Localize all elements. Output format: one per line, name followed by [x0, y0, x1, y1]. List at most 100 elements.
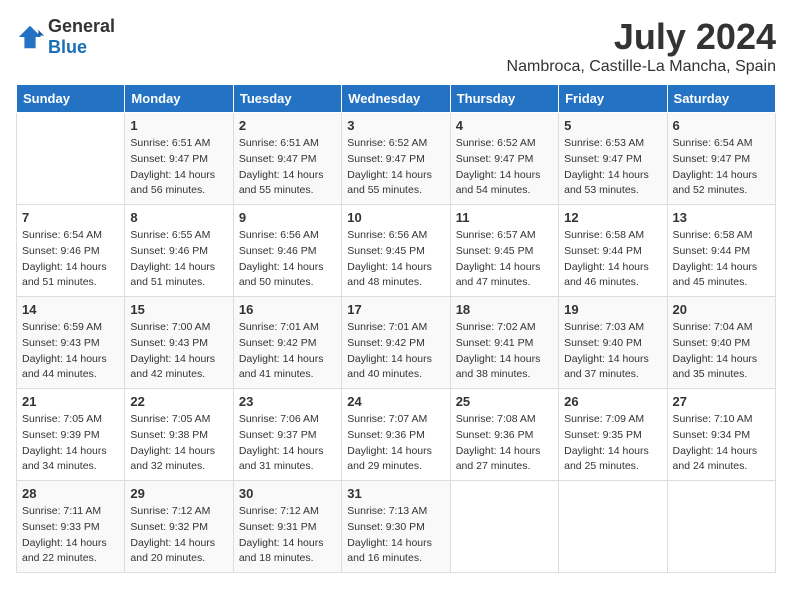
calendar-cell	[667, 481, 775, 573]
cell-content: Sunrise: 7:08 AMSunset: 9:36 PMDaylight:…	[456, 412, 553, 475]
calendar-header-row: SundayMondayTuesdayWednesdayThursdayFrid…	[17, 85, 776, 113]
main-title: July 2024	[507, 16, 776, 58]
day-header-wednesday: Wednesday	[342, 85, 450, 113]
calendar-cell	[17, 113, 125, 205]
calendar-cell	[450, 481, 558, 573]
day-header-tuesday: Tuesday	[233, 85, 341, 113]
calendar-cell: 11Sunrise: 6:57 AMSunset: 9:45 PMDayligh…	[450, 205, 558, 297]
cell-content: Sunrise: 6:56 AMSunset: 9:46 PMDaylight:…	[239, 228, 336, 291]
calendar-cell: 13 Sunrise: 6:58 AMSunset: 9:44 PMDayligh…	[667, 205, 775, 297]
cell-content: Sunrise: 7:03 AMSunset: 9:40 PMDaylight:…	[564, 320, 661, 383]
week-row-5: 28Sunrise: 7:11 AMSunset: 9:33 PMDayligh…	[17, 481, 776, 573]
cell-content: Sunrise: 6:52 AMSunset: 9:47 PMDaylight:…	[347, 136, 444, 199]
subtitle: Nambroca, Castille-La Mancha, Spain	[507, 58, 776, 76]
cell-content: Sunrise: 7:05 AMSunset: 9:38 PMDaylight:…	[130, 412, 227, 475]
cell-content: Sunrise: 7:04 AMSunset: 9:40 PMDaylight:…	[673, 320, 770, 383]
calendar-cell: 5 Sunrise: 6:53 AMSunset: 9:47 PMDaylight…	[559, 113, 667, 205]
cell-content: Sunrise: 6:59 AMSunset: 9:43 PMDaylight:…	[22, 320, 119, 383]
day-number: 4	[456, 118, 553, 133]
cell-content: Sunrise: 7:09 AMSunset: 9:35 PMDaylight:…	[564, 412, 661, 475]
title-area: July 2024 Nambroca, Castille-La Mancha, …	[507, 16, 776, 76]
day-number: 6	[673, 118, 770, 133]
cell-content: Sunrise: 6:53 AMSunset: 9:47 PMDaylight:…	[564, 136, 661, 199]
day-number: 29	[130, 486, 227, 501]
calendar-cell: 4 Sunrise: 6:52 AMSunset: 9:47 PMDaylight…	[450, 113, 558, 205]
day-number: 14	[22, 302, 119, 317]
day-number: 1	[130, 118, 227, 133]
day-number: 21	[22, 394, 119, 409]
week-row-3: 14 Sunrise: 6:59 AMSunset: 9:43 PMDayligh…	[17, 297, 776, 389]
calendar-body: 1 Sunrise: 6:51 AMSunset: 9:47 PMDaylight…	[17, 113, 776, 573]
cell-content: Sunrise: 6:57 AMSunset: 9:45 PMDaylight:…	[456, 228, 553, 291]
calendar-cell: 7 Sunrise: 6:54 AMSunset: 9:46 PMDaylight…	[17, 205, 125, 297]
day-number: 3	[347, 118, 444, 133]
cell-content: Sunrise: 7:13 AMSunset: 9:30 PMDaylight:…	[347, 504, 444, 567]
cell-content: Sunrise: 6:52 AMSunset: 9:47 PMDaylight:…	[456, 136, 553, 199]
calendar-cell: 26 Sunrise: 7:09 AMSunset: 9:35 PMDayligh…	[559, 389, 667, 481]
calendar-cell: 16Sunrise: 7:01 AMSunset: 9:42 PMDayligh…	[233, 297, 341, 389]
week-row-4: 21 Sunrise: 7:05 AMSunset: 9:39 PMDayligh…	[17, 389, 776, 481]
calendar-cell: 3 Sunrise: 6:52 AMSunset: 9:47 PMDaylight…	[342, 113, 450, 205]
calendar-cell: 9Sunrise: 6:56 AMSunset: 9:46 PMDaylight…	[233, 205, 341, 297]
day-header-monday: Monday	[125, 85, 233, 113]
day-header-friday: Friday	[559, 85, 667, 113]
calendar-cell: 6 Sunrise: 6:54 AMSunset: 9:47 PMDaylight…	[667, 113, 775, 205]
day-number: 27	[673, 394, 770, 409]
cell-content: Sunrise: 6:58 AMSunset: 9:44 PMDaylight:…	[564, 228, 661, 291]
calendar-cell: 10 Sunrise: 6:56 AMSunset: 9:45 PMDayligh…	[342, 205, 450, 297]
calendar-cell: 30Sunrise: 7:12 AMSunset: 9:31 PMDayligh…	[233, 481, 341, 573]
day-number: 10	[347, 210, 444, 225]
day-number: 28	[22, 486, 119, 501]
day-number: 23	[239, 394, 336, 409]
day-number: 26	[564, 394, 661, 409]
day-number: 31	[347, 486, 444, 501]
cell-content: Sunrise: 6:51 AMSunset: 9:47 PMDaylight:…	[130, 136, 227, 199]
calendar-cell: 18Sunrise: 7:02 AMSunset: 9:41 PMDayligh…	[450, 297, 558, 389]
cell-content: Sunrise: 7:10 AMSunset: 9:34 PMDaylight:…	[673, 412, 770, 475]
calendar-cell: 8Sunrise: 6:55 AMSunset: 9:46 PMDaylight…	[125, 205, 233, 297]
logo-icon	[16, 23, 44, 51]
cell-content: Sunrise: 7:06 AMSunset: 9:37 PMDaylight:…	[239, 412, 336, 475]
day-number: 5	[564, 118, 661, 133]
calendar-cell: 22 Sunrise: 7:05 AMSunset: 9:38 PMDayligh…	[125, 389, 233, 481]
day-number: 25	[456, 394, 553, 409]
calendar-cell: 19 Sunrise: 7:03 AMSunset: 9:40 PMDayligh…	[559, 297, 667, 389]
calendar-cell: 27 Sunrise: 7:10 AMSunset: 9:34 PMDayligh…	[667, 389, 775, 481]
calendar-cell: 20 Sunrise: 7:04 AMSunset: 9:40 PMDayligh…	[667, 297, 775, 389]
calendar-cell: 12Sunrise: 6:58 AMSunset: 9:44 PMDayligh…	[559, 205, 667, 297]
day-number: 19	[564, 302, 661, 317]
calendar-cell: 14 Sunrise: 6:59 AMSunset: 9:43 PMDayligh…	[17, 297, 125, 389]
day-number: 2	[239, 118, 336, 133]
cell-content: Sunrise: 7:05 AMSunset: 9:39 PMDaylight:…	[22, 412, 119, 475]
calendar-cell	[559, 481, 667, 573]
header: General Blue July 2024 Nambroca, Castill…	[16, 16, 776, 76]
cell-content: Sunrise: 6:56 AMSunset: 9:45 PMDaylight:…	[347, 228, 444, 291]
day-number: 8	[130, 210, 227, 225]
calendar-table: SundayMondayTuesdayWednesdayThursdayFrid…	[16, 84, 776, 573]
calendar-cell: 31 Sunrise: 7:13 AMSunset: 9:30 PMDayligh…	[342, 481, 450, 573]
cell-content: Sunrise: 6:58 AMSunset: 9:44 PMDaylight:…	[673, 228, 770, 291]
calendar-cell: 15Sunrise: 7:00 AMSunset: 9:43 PMDayligh…	[125, 297, 233, 389]
day-header-saturday: Saturday	[667, 85, 775, 113]
day-number: 20	[673, 302, 770, 317]
day-number: 17	[347, 302, 444, 317]
cell-content: Sunrise: 6:54 AMSunset: 9:46 PMDaylight:…	[22, 228, 119, 291]
day-number: 7	[22, 210, 119, 225]
day-number: 22	[130, 394, 227, 409]
calendar-cell: 24Sunrise: 7:07 AMSunset: 9:36 PMDayligh…	[342, 389, 450, 481]
day-number: 13	[673, 210, 770, 225]
calendar-cell: 2Sunrise: 6:51 AMSunset: 9:47 PMDaylight…	[233, 113, 341, 205]
day-number: 18	[456, 302, 553, 317]
calendar-cell: 23 Sunrise: 7:06 AMSunset: 9:37 PMDayligh…	[233, 389, 341, 481]
calendar-cell: 25 Sunrise: 7:08 AMSunset: 9:36 PMDayligh…	[450, 389, 558, 481]
calendar-cell: 1 Sunrise: 6:51 AMSunset: 9:47 PMDaylight…	[125, 113, 233, 205]
day-number: 30	[239, 486, 336, 501]
logo-general-text: General	[48, 16, 115, 36]
day-number: 16	[239, 302, 336, 317]
cell-content: Sunrise: 6:54 AMSunset: 9:47 PMDaylight:…	[673, 136, 770, 199]
logo-blue-text: Blue	[48, 37, 87, 57]
cell-content: Sunrise: 7:01 AMSunset: 9:42 PMDaylight:…	[347, 320, 444, 383]
week-row-2: 7 Sunrise: 6:54 AMSunset: 9:46 PMDaylight…	[17, 205, 776, 297]
calendar-cell: 29Sunrise: 7:12 AMSunset: 9:32 PMDayligh…	[125, 481, 233, 573]
calendar-cell: 17 Sunrise: 7:01 AMSunset: 9:42 PMDayligh…	[342, 297, 450, 389]
